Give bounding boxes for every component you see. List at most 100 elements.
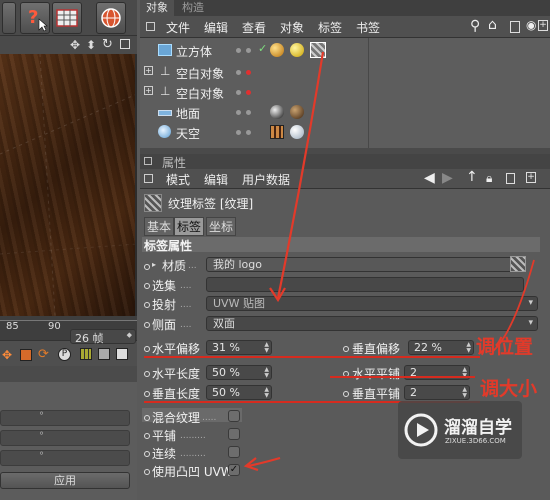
- coord-field[interactable]: °: [0, 450, 130, 466]
- back-arrow-icon[interactable]: ◀: [424, 170, 435, 186]
- projection-dropdown[interactable]: UVW 贴图 ▾: [206, 296, 538, 311]
- menu-edit[interactable]: 编辑: [204, 19, 228, 36]
- material-tag-icon[interactable]: [290, 43, 304, 57]
- subtab-coordinates[interactable]: 坐标: [206, 217, 237, 236]
- animate-radio[interactable]: [144, 433, 150, 439]
- material-preview-icon[interactable]: [510, 256, 526, 272]
- animate-radio[interactable]: [343, 391, 349, 397]
- material-tag-icon[interactable]: [270, 43, 284, 57]
- move-icon[interactable]: ✥: [70, 38, 80, 52]
- seamless-checkbox[interactable]: [228, 446, 240, 458]
- menu-edit[interactable]: 编辑: [204, 171, 228, 188]
- record-icon[interactable]: P: [58, 348, 71, 361]
- material-field[interactable]: 我的 logo: [206, 257, 524, 272]
- search-icon[interactable]: ⚲: [470, 18, 480, 34]
- selection-field[interactable]: [206, 277, 524, 292]
- snap-icon[interactable]: [116, 348, 128, 360]
- enable-check[interactable]: ✓: [258, 42, 267, 55]
- add-icon[interactable]: +: [538, 20, 548, 31]
- side-dropdown[interactable]: 双面 ▾: [206, 316, 538, 331]
- render-dot[interactable]: [246, 70, 251, 75]
- up-arrow-icon[interactable]: ↑: [466, 169, 478, 185]
- menu-bookmark[interactable]: 书签: [356, 19, 380, 36]
- tiles-v-field[interactable]: 2 ▲ ▼: [404, 385, 470, 400]
- menu-tag[interactable]: 标签: [318, 19, 342, 36]
- scale-tool-icon[interactable]: [20, 349, 32, 361]
- render-dot[interactable]: [246, 48, 251, 53]
- animate-radio[interactable]: [144, 415, 150, 421]
- rotate-tool-icon[interactable]: ⟳: [38, 347, 49, 362]
- length-v-field[interactable]: 50 % ▲ ▼: [206, 385, 272, 400]
- visibility-dot[interactable]: [236, 48, 241, 53]
- render-dot[interactable]: [246, 110, 251, 115]
- object-row-sky[interactable]: 天空: [140, 122, 550, 142]
- menu-view[interactable]: 查看: [242, 19, 266, 36]
- menu-mode[interactable]: 模式: [166, 171, 190, 188]
- render-dot[interactable]: [246, 130, 251, 135]
- new-window-icon[interactable]: [506, 173, 515, 184]
- subtab-tag[interactable]: 标签: [174, 217, 205, 236]
- grid-icon[interactable]: [80, 348, 92, 360]
- visibility-dot[interactable]: [236, 110, 241, 115]
- visibility-dot[interactable]: [236, 70, 241, 75]
- animate-radio[interactable]: [144, 302, 150, 308]
- material-tag-icon[interactable]: [290, 125, 304, 139]
- object-row-floor[interactable]: 地面: [140, 102, 550, 122]
- mix-texture-checkbox[interactable]: [228, 410, 240, 422]
- forward-arrow-icon[interactable]: ▶: [442, 170, 453, 186]
- maximize-icon[interactable]: [120, 39, 130, 49]
- menu-object[interactable]: 对象: [280, 19, 304, 36]
- eye-icon[interactable]: ◉: [526, 18, 536, 32]
- render-dot[interactable]: [246, 90, 251, 95]
- down-arrow-icon[interactable]: ⬍: [86, 38, 96, 52]
- globe-button[interactable]: [96, 2, 126, 34]
- offset-v-field[interactable]: 22 % ▲ ▼: [408, 340, 474, 355]
- length-u-field[interactable]: 50 % ▲ ▼: [206, 365, 272, 380]
- expand-icon[interactable]: +: [144, 86, 153, 95]
- material-tag-icon[interactable]: [270, 105, 284, 119]
- coord-field[interactable]: °: [0, 410, 130, 426]
- keyframe-icon[interactable]: [98, 348, 110, 360]
- expand-icon[interactable]: ▸: [152, 260, 156, 269]
- visibility-dot[interactable]: [236, 90, 241, 95]
- visibility-dot[interactable]: [236, 130, 241, 135]
- compositing-tag-icon[interactable]: [270, 125, 284, 139]
- animate-radio[interactable]: [144, 391, 150, 397]
- animate-radio[interactable]: [144, 283, 150, 289]
- offset-u-field[interactable]: 31 % ▲ ▼: [206, 340, 272, 355]
- add-icon[interactable]: +: [526, 172, 536, 183]
- tab-structure[interactable]: 构造: [176, 0, 210, 16]
- move-tool-icon[interactable]: ✥: [2, 348, 12, 362]
- animate-radio[interactable]: [144, 322, 150, 328]
- material-tag-icon[interactable]: [290, 105, 304, 119]
- animate-radio[interactable]: [144, 371, 150, 377]
- menu-user-data[interactable]: 用户数据: [242, 171, 290, 188]
- tab-objects[interactable]: 对象: [140, 0, 174, 16]
- object-row-null-1[interactable]: + ⊥ 空白对象: [140, 62, 550, 82]
- expand-icon[interactable]: +: [144, 66, 153, 75]
- new-icon[interactable]: [510, 21, 520, 33]
- rotate-icon[interactable]: ↻: [102, 37, 113, 52]
- tiles-u-field[interactable]: 2 ▲ ▼: [404, 365, 470, 380]
- toolbar-edge-button[interactable]: [2, 2, 16, 34]
- apply-button[interactable]: 应用: [0, 472, 130, 489]
- coord-field[interactable]: °: [0, 430, 130, 446]
- animate-radio[interactable]: [144, 451, 150, 457]
- table-button[interactable]: [52, 2, 82, 34]
- animate-radio[interactable]: [343, 346, 349, 352]
- tile-checkbox[interactable]: [228, 428, 240, 440]
- use-bump-uvw-checkbox[interactable]: ✓: [228, 464, 240, 476]
- animate-radio[interactable]: [144, 469, 150, 475]
- home-icon[interactable]: ⌂: [488, 17, 497, 33]
- object-row-cube[interactable]: 立方体 ✓: [140, 40, 550, 60]
- lock-icon[interactable]: 🔒︎: [486, 171, 492, 186]
- viewport-3d[interactable]: [0, 54, 137, 316]
- animate-radio[interactable]: [343, 371, 349, 377]
- menu-file[interactable]: 文件: [166, 19, 190, 36]
- object-row-null-2[interactable]: + ⊥ 空白对象: [140, 82, 550, 102]
- animate-radio[interactable]: [144, 264, 150, 270]
- frame-field[interactable]: 26 帧 ◆: [70, 329, 136, 345]
- texture-tag-icon[interactable]: [310, 42, 326, 58]
- animate-radio[interactable]: [144, 346, 150, 352]
- subtab-basic[interactable]: 基本: [144, 217, 175, 236]
